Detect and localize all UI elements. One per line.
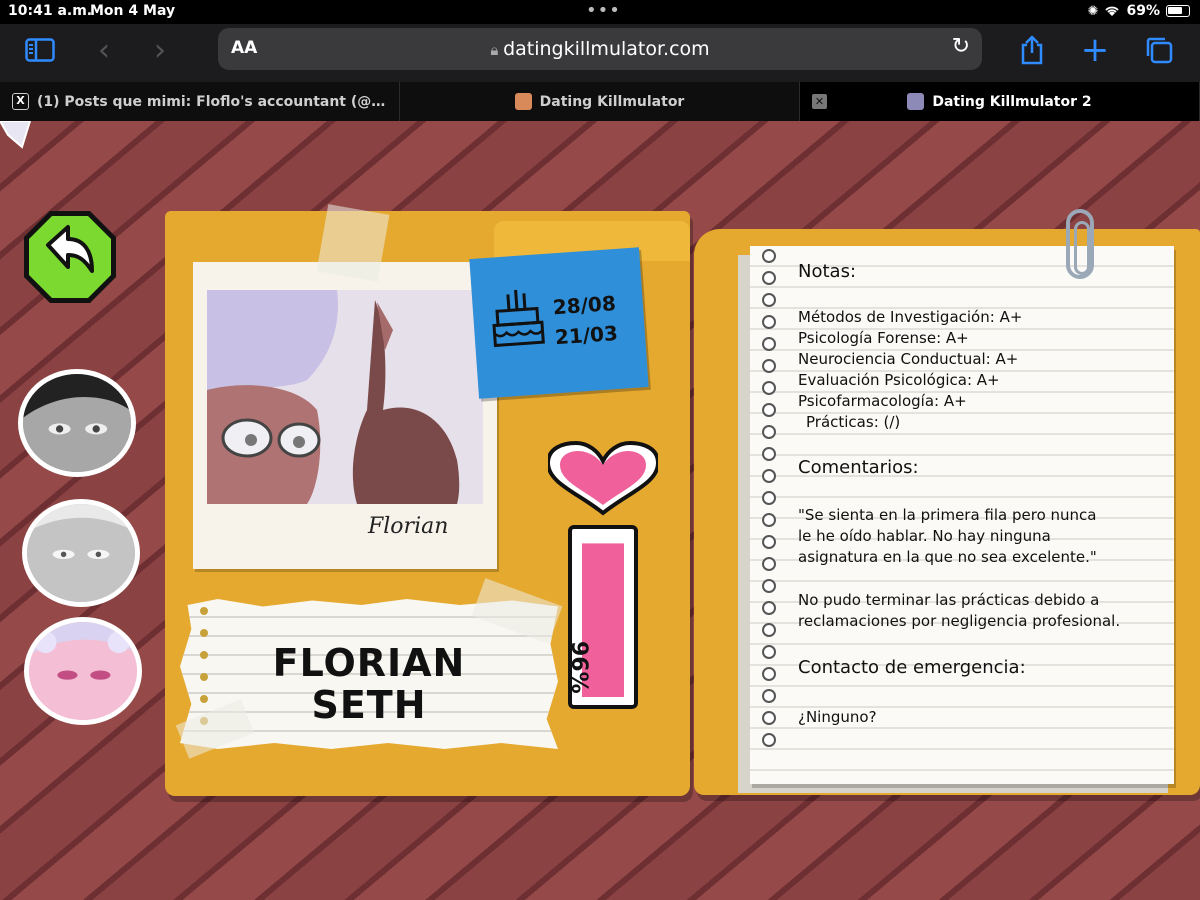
tab-bar: X (1) Posts que mimi: Floflo's accountan… bbox=[0, 82, 1200, 121]
comment-line: "Se sienta en la primera fila pero nunca bbox=[798, 506, 1097, 524]
emergency-contact-value: ¿Ninguno? bbox=[798, 708, 877, 726]
grade-line: Prácticas: (/) bbox=[806, 413, 901, 431]
character-avatar-1[interactable] bbox=[18, 369, 136, 477]
tab-label: Dating Killmulator bbox=[539, 93, 685, 110]
lock-icon: 🔒︎ bbox=[490, 41, 504, 59]
character-avatar-2[interactable] bbox=[22, 499, 140, 607]
grade-line: Psicología Forense: A+ bbox=[798, 329, 969, 347]
share-icon[interactable] bbox=[1014, 32, 1050, 68]
portrait-image bbox=[207, 290, 483, 504]
back-arrow-button[interactable] bbox=[22, 209, 118, 305]
status-time: 10:41 a.m. bbox=[8, 3, 93, 19]
game-canvas: Florian 28/08 21/03 96% FLORIAN SETH Not… bbox=[0, 121, 1200, 900]
character-photo: Florian bbox=[193, 262, 497, 569]
game-favicon-icon bbox=[907, 93, 925, 110]
grade-line: Neurociencia Conductual: A+ bbox=[798, 350, 1019, 368]
tab-label: (1) Posts que mimi: Floflo's accountant … bbox=[37, 93, 387, 110]
url-label: datingkillmulator.com bbox=[503, 38, 710, 60]
comments-title: Comentarios: bbox=[798, 457, 919, 478]
character-avatar-3[interactable] bbox=[24, 617, 142, 725]
emergency-contact-title: Contacto de emergencia: bbox=[798, 657, 1026, 678]
corner-decoration-icon bbox=[0, 121, 32, 149]
tape-strip bbox=[316, 204, 390, 282]
tab-twitter[interactable]: X (1) Posts que mimi: Floflo's accountan… bbox=[0, 82, 400, 121]
rotation-lock-icon: ✺ bbox=[1087, 3, 1099, 19]
notes-title: Notas: bbox=[798, 261, 857, 282]
address-bar[interactable]: AA 🔒︎ datingkillmulator.com ↻ bbox=[218, 28, 982, 70]
tab-dating-killmulator[interactable]: Dating Killmulator bbox=[400, 82, 800, 121]
reload-icon[interactable]: ↻ bbox=[952, 34, 970, 59]
comment-line: No pudo terminar las prácticas debido a bbox=[798, 591, 1100, 609]
new-tab-icon[interactable]: + bbox=[1077, 30, 1113, 70]
forward-nav-icon[interactable]: › bbox=[142, 32, 178, 68]
back-nav-icon[interactable]: ‹ bbox=[86, 32, 122, 68]
battery-icon bbox=[1166, 5, 1190, 17]
tab-dating-killmulator-2[interactable]: ✕ Dating Killmulator 2 bbox=[800, 82, 1200, 121]
birthday-date-2: 21/03 bbox=[554, 320, 619, 350]
wifi-icon bbox=[1105, 6, 1120, 16]
paperclip-icon bbox=[1066, 209, 1094, 279]
close-tab-icon[interactable]: ✕ bbox=[812, 94, 827, 109]
birthday-date-1: 28/08 bbox=[552, 291, 617, 320]
comment-line: le he oído hablar. No hay ninguna bbox=[798, 527, 1051, 545]
affinity-percent: 96% bbox=[566, 641, 591, 694]
url-text[interactable]: 🔒︎ datingkillmulator.com bbox=[218, 38, 982, 60]
tabs-overview-icon[interactable] bbox=[1141, 32, 1177, 68]
grade-line: Evaluación Psicológica: A+ bbox=[798, 371, 1000, 389]
x-logo-icon: X bbox=[12, 93, 29, 110]
first-name: FLORIAN bbox=[272, 641, 466, 685]
sidebar-icon[interactable] bbox=[22, 32, 58, 68]
game-favicon-icon bbox=[514, 93, 532, 110]
notebook-spiral bbox=[762, 249, 776, 755]
birthday-sticky-note: 28/08 21/03 bbox=[469, 247, 649, 399]
comment-line: asignatura en la que no sea excelente." bbox=[798, 548, 1097, 566]
status-date: Mon 4 May bbox=[90, 3, 176, 19]
multitasking-dots-icon[interactable]: ••• bbox=[586, 0, 621, 21]
tab-label: Dating Killmulator 2 bbox=[932, 93, 1092, 110]
battery-percent: 69% bbox=[1126, 3, 1160, 19]
affinity-meter bbox=[548, 440, 658, 709]
grade-line: Psicofarmacología: A+ bbox=[798, 392, 967, 410]
grade-line: Métodos de Investigación: A+ bbox=[798, 308, 1023, 326]
signature: Florian bbox=[368, 514, 449, 539]
birthday-cake-icon bbox=[492, 289, 545, 348]
status-bar: 10:41 a.m. Mon 4 May ••• ✺ 69% bbox=[0, 0, 1200, 24]
comment-line: reclamaciones por negligencia profesiona… bbox=[798, 612, 1121, 630]
browser-toolbar: ‹ › AA 🔒︎ datingkillmulator.com ↻ + bbox=[0, 24, 1200, 82]
